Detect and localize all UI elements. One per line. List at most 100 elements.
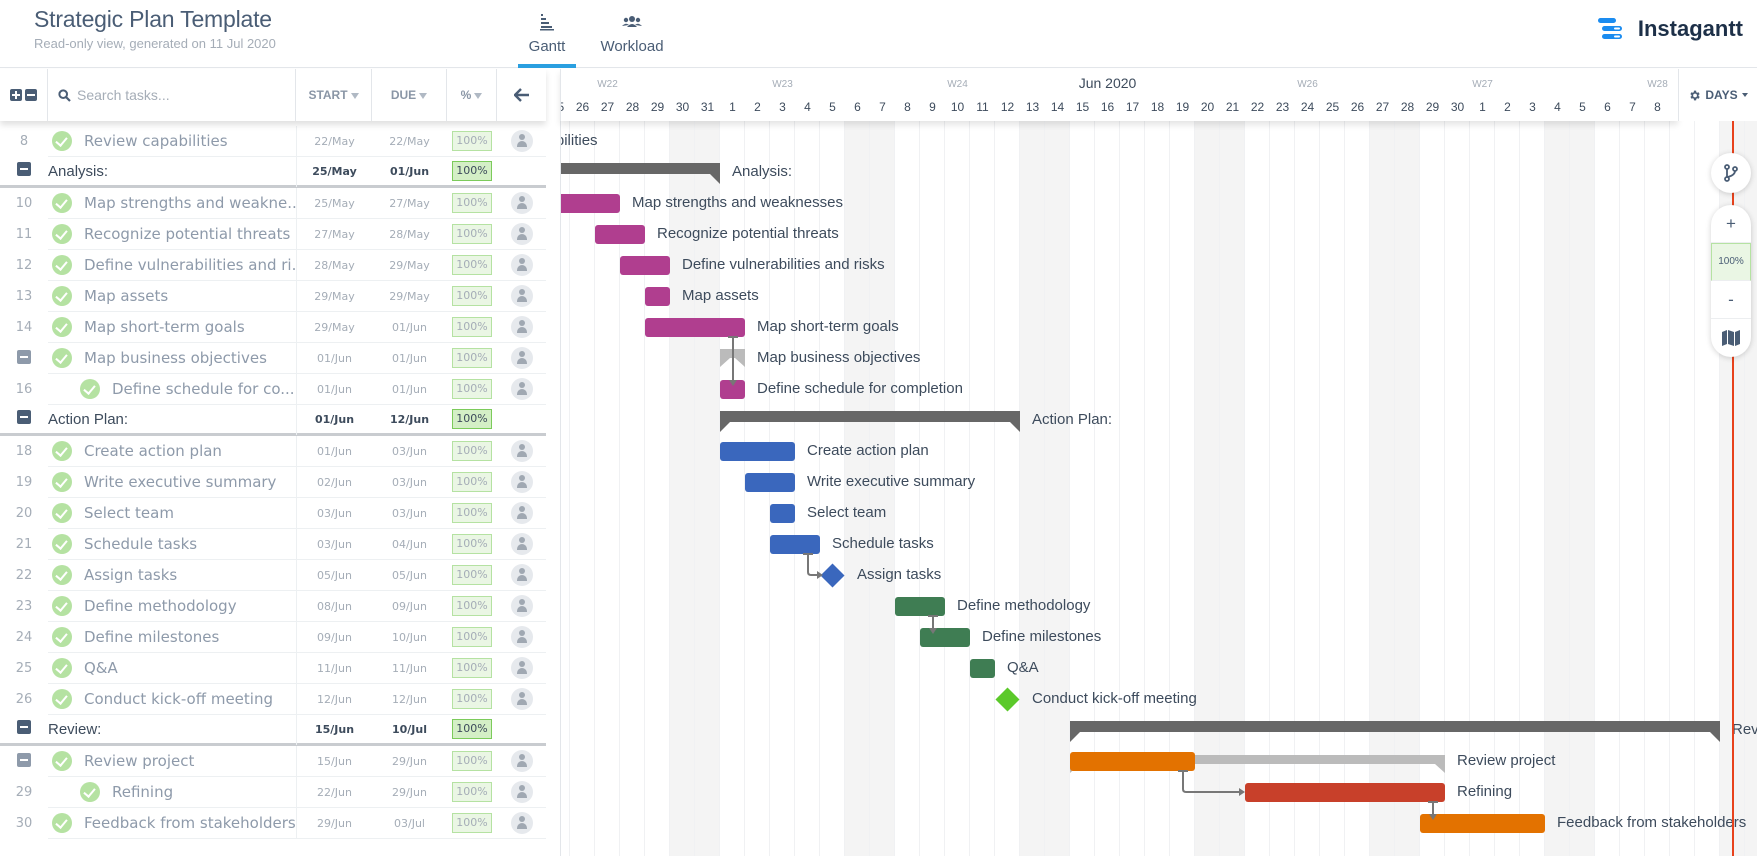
filter-icon[interactable] — [350, 93, 359, 99]
collapse-group-button[interactable] — [17, 752, 31, 767]
task-row[interactable]: 22 Assign tasks 05/Jun 05/Jun 100% — [0, 560, 546, 591]
section-row[interactable]: Review: 15/Jun 10/Jul 100% — [0, 713, 546, 746]
task-name-cell[interactable]: Map strengths and weakne... — [48, 188, 296, 219]
tab-gantt[interactable]: Gantt — [518, 10, 576, 68]
task-name-cell[interactable]: Select team — [48, 498, 296, 529]
completed-check-icon[interactable] — [52, 286, 72, 306]
minimap-button[interactable] — [1711, 319, 1751, 357]
completed-check-icon[interactable] — [52, 689, 72, 709]
task-name-cell[interactable]: Assign tasks — [48, 560, 296, 591]
zoom-in-button[interactable]: + — [1711, 205, 1751, 243]
task-bar[interactable] — [720, 442, 795, 461]
column-header-due[interactable]: DUE — [372, 69, 447, 121]
task-row[interactable]: Review project 15/Jun 29/Jun 100% — [0, 746, 546, 777]
task-bar[interactable] — [620, 256, 670, 275]
completed-check-icon[interactable] — [52, 317, 72, 337]
search-input[interactable] — [77, 87, 277, 103]
task-row[interactable]: 21 Schedule tasks 03/Jun 04/Jun 100% — [0, 529, 546, 560]
dependencies-toggle-button[interactable] — [1711, 153, 1751, 193]
completed-check-icon[interactable] — [52, 658, 72, 678]
completed-check-icon[interactable] — [52, 472, 72, 492]
task-bar[interactable] — [561, 194, 620, 213]
completed-check-icon[interactable] — [52, 131, 72, 151]
task-name-cell[interactable]: Recognize potential threats — [48, 219, 296, 250]
task-row[interactable]: 20 Select team 03/Jun 03/Jun 100% — [0, 498, 546, 529]
task-row[interactable]: 30 Feedback from stakeholders 29/Jun 03/Jul… — [0, 808, 546, 839]
avatar[interactable] — [510, 223, 533, 245]
collapse-group-button[interactable] — [17, 349, 31, 364]
column-header-percent[interactable]: % — [447, 69, 497, 121]
completed-check-icon[interactable] — [52, 813, 72, 833]
avatar[interactable] — [510, 316, 533, 338]
completed-check-icon[interactable] — [80, 379, 100, 399]
avatar[interactable] — [510, 533, 533, 555]
avatar[interactable] — [510, 254, 533, 276]
completed-check-icon[interactable] — [52, 565, 72, 585]
avatar[interactable] — [510, 471, 533, 493]
avatar[interactable] — [510, 378, 533, 400]
avatar[interactable] — [510, 440, 533, 462]
task-row[interactable]: 10 Map strengths and weakne... 25/May 27/Ma… — [0, 188, 546, 219]
task-name-cell[interactable]: Create action plan — [48, 436, 296, 467]
task-name-cell[interactable]: Feedback from stakeholders — [48, 808, 296, 839]
section-summary-bar[interactable] — [561, 163, 720, 184]
task-row[interactable]: 14 Map short-term goals 29/May 01/Jun 100% — [0, 312, 546, 343]
avatar[interactable] — [510, 502, 533, 524]
task-bar[interactable] — [595, 225, 645, 244]
completed-check-icon[interactable] — [52, 441, 72, 461]
avatar[interactable] — [510, 285, 533, 307]
collapse-grid-button[interactable] — [497, 69, 546, 121]
task-bar[interactable] — [770, 504, 795, 523]
task-bar[interactable] — [745, 473, 795, 492]
task-name-cell[interactable]: Refining — [48, 777, 296, 808]
completed-check-icon[interactable] — [52, 534, 72, 554]
collapse-group-button[interactable] — [17, 162, 31, 176]
task-row[interactable]: 12 Define vulnerabilities and ri... 28/May… — [0, 250, 546, 281]
task-name-cell[interactable]: Review capabilities — [48, 126, 296, 157]
filter-icon[interactable] — [419, 93, 428, 99]
task-name-cell[interactable]: Write executive summary — [48, 467, 296, 498]
section-row[interactable]: Analysis: 25/May 01/Jun 100% — [0, 155, 546, 188]
task-name-cell[interactable]: Define schedule for co... — [48, 374, 296, 405]
task-name-cell[interactable]: Define vulnerabilities and ri... — [48, 250, 296, 281]
task-bar[interactable] — [970, 659, 995, 678]
avatar[interactable] — [510, 657, 533, 679]
completed-check-icon[interactable] — [80, 782, 100, 802]
avatar[interactable] — [510, 347, 533, 369]
completed-check-icon[interactable] — [52, 503, 72, 523]
avatar[interactable] — [510, 564, 533, 586]
completed-check-icon[interactable] — [52, 224, 72, 244]
avatar[interactable] — [510, 130, 533, 152]
expand-all-button[interactable] — [10, 89, 22, 101]
avatar[interactable] — [510, 626, 533, 648]
task-row[interactable]: 29 Refining 22/Jun 29/Jun 100% — [0, 777, 546, 808]
task-name-cell[interactable]: Map business objectives — [48, 343, 296, 374]
task-name-cell[interactable]: Q&A — [48, 653, 296, 684]
collapse-group-button[interactable] — [17, 720, 31, 734]
task-name-cell[interactable]: Map short-term goals — [48, 312, 296, 343]
task-name-cell[interactable]: Conduct kick-off meeting — [48, 684, 296, 715]
task-row[interactable]: 11 Recognize potential threats 27/May 28/Ma… — [0, 219, 546, 250]
collapse-group-button[interactable] — [17, 410, 31, 424]
completed-check-icon[interactable] — [52, 348, 72, 368]
completed-check-icon[interactable] — [52, 751, 72, 771]
tab-workload[interactable]: Workload — [592, 10, 672, 68]
completed-check-icon[interactable] — [52, 255, 72, 275]
task-name-cell[interactable]: Action Plan: — [48, 404, 296, 435]
section-row[interactable]: Action Plan: 01/Jun 12/Jun 100% — [0, 403, 546, 436]
timescale-dropdown[interactable]: DAYS — [1678, 69, 1757, 121]
completed-check-icon[interactable] — [52, 193, 72, 213]
task-row[interactable]: 8 Review capabilities 22/May 22/May 100% — [0, 126, 546, 157]
task-row[interactable]: 13 Map assets 29/May 29/May 100% — [0, 281, 546, 312]
task-row[interactable]: 19 Write executive summary 02/Jun 03/Jun 100… — [0, 467, 546, 498]
task-row[interactable]: Map business objectives 01/Jun 01/Jun 100% — [0, 343, 546, 374]
filter-icon[interactable] — [474, 93, 483, 99]
task-name-cell[interactable]: Schedule tasks — [48, 529, 296, 560]
task-row[interactable]: 25 Q&A 11/Jun 11/Jun 100% — [0, 653, 546, 684]
task-name-cell[interactable]: Analysis: — [48, 156, 296, 187]
task-name-cell[interactable]: Review: — [48, 714, 296, 745]
avatar[interactable] — [510, 781, 533, 803]
task-row[interactable]: 23 Define methodology 08/Jun 09/Jun 100% — [0, 591, 546, 622]
avatar[interactable] — [510, 750, 533, 772]
task-name-cell[interactable]: Define milestones — [48, 622, 296, 653]
